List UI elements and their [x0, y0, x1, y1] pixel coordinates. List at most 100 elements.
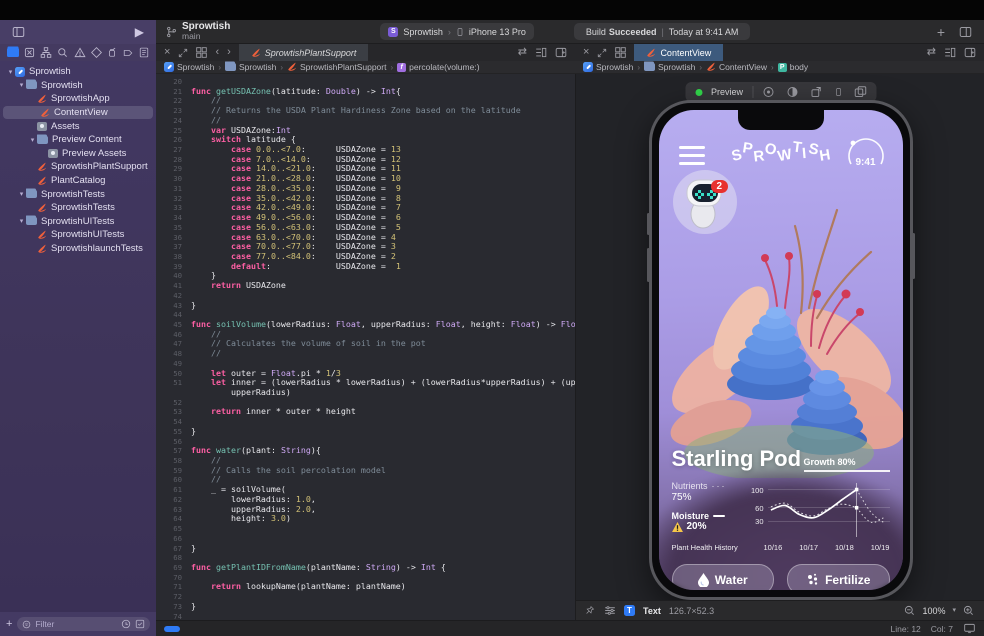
disclosure-icon[interactable]: ▾ — [17, 81, 26, 89]
code-line: 71 return lookupName(plantName: plantNam… — [156, 582, 575, 592]
fertilize-button[interactable]: Fertilize — [787, 564, 890, 590]
add-editor-icon[interactable] — [555, 47, 567, 58]
tree-item-contentview[interactable]: ContentView — [3, 106, 153, 120]
breadcrumb-item[interactable]: fpercolate(volume:) — [397, 62, 479, 72]
display-icon[interactable] — [963, 623, 976, 634]
tree-item-sprowtishuitests[interactable]: SprowtishUITests — [0, 228, 156, 242]
scheme-selector[interactable]: S Sprowtish › iPhone 13 Pro — [380, 23, 534, 40]
tree-item-sprowtishuitests[interactable]: ▾SprowtishUITests — [0, 215, 156, 229]
tab-contentview[interactable]: ContentView — [634, 44, 723, 61]
tree-item-sprowtishplantsupport[interactable]: SprowtishPlantSupport — [0, 160, 156, 174]
navigator-tab-reports-icon[interactable] — [139, 47, 149, 58]
project-indicator[interactable]: Sprowtish main — [166, 22, 230, 41]
tree-item-preview content[interactable]: ▾ Preview Content — [0, 133, 156, 147]
tree-item-plantcatalog[interactable]: PlantCatalog — [0, 174, 156, 188]
activity-status[interactable]: Build Succeeded | Today at 9:41 AM — [574, 23, 750, 40]
expand-editor-icon[interactable] — [178, 48, 188, 58]
code-line: 53 return inner * outer * height — [156, 407, 575, 417]
recent-files-icon[interactable] — [121, 619, 131, 629]
tree-item-sprowtish[interactable]: ▾Sprowtish — [0, 65, 156, 79]
disclosure-icon[interactable]: ▾ — [17, 190, 26, 198]
preview-bottom-bar: T Text 126.7×52.3 100% ▾ — [575, 600, 984, 620]
zoom-level[interactable]: 100% — [922, 606, 945, 616]
legend-dotted-icon: ··· — [712, 481, 727, 491]
tree-item-sprowtishapp[interactable]: SprowtishApp — [0, 92, 156, 106]
preview-variants-icon[interactable] — [762, 86, 774, 98]
tree-item-assets[interactable]: Assets — [0, 119, 156, 133]
assistant-avatar[interactable] — [673, 170, 737, 234]
navigator-tab-project-icon[interactable] — [7, 48, 19, 57]
code-review-icon[interactable]: ⇄ — [927, 47, 936, 58]
close-editor-icon[interactable]: × — [164, 47, 170, 58]
menu-icon[interactable] — [679, 146, 705, 165]
destination-chooser-icon[interactable] — [615, 47, 626, 58]
horizontal-scrollbar[interactable] — [164, 626, 180, 632]
preview-clone-icon[interactable] — [854, 86, 866, 98]
zoom-out-button[interactable] — [904, 605, 915, 616]
left-jump-bar[interactable]: Sprowtish›Sprowtish›SprowtishPlantSuppor… — [156, 61, 575, 74]
code-review-icon[interactable]: ⇄ — [518, 47, 527, 58]
fertilizer-icon — [806, 573, 819, 586]
tree-item-sprowtishtests[interactable]: ▾SprowtishTests — [0, 187, 156, 201]
navigator-tab-source-control-icon[interactable] — [24, 47, 35, 58]
scheme-device-label: iPhone 13 Pro — [469, 27, 526, 37]
back-icon[interactable]: ‹ — [215, 47, 219, 58]
scm-filter-icon[interactable] — [135, 619, 145, 629]
filter-field[interactable]: Filter — [17, 617, 150, 631]
add-editor-icon[interactable] — [964, 47, 976, 58]
main-toolbar: Sprowtish main S Sprowtish › iPhone 13 P… — [156, 20, 984, 44]
navigator-tab-breakpoints-icon[interactable] — [122, 48, 134, 58]
tree-item-preview assets[interactable]: Preview Assets — [0, 147, 156, 161]
breadcrumb-item[interactable]: ContentView — [706, 62, 767, 72]
navigator-tab-debug-icon[interactable] — [107, 47, 117, 58]
project-navigator[interactable]: ▾Sprowtish▾SprowtishSprowtishAppContentV… — [0, 61, 156, 616]
breadcrumb-item[interactable]: Sprowtish — [583, 62, 633, 72]
editor-layout-button[interactable] — [959, 26, 972, 38]
library-plus-button[interactable]: + — [937, 25, 945, 39]
editor-options-icon[interactable] — [535, 47, 547, 58]
tree-item-sprowtishlaunchtests[interactable]: SprowtishlaunchTests — [0, 242, 156, 256]
zoom-in-button[interactable] — [963, 605, 974, 616]
tree-item-label: SprowtishTests — [51, 202, 115, 213]
disclosure-icon[interactable]: ▾ — [17, 217, 26, 225]
navigator-tab-tests-icon[interactable] — [91, 47, 102, 58]
navigator-tab-hierarchy-icon[interactable] — [40, 47, 52, 58]
tree-item-label: Preview Content — [52, 134, 122, 145]
x-tick-label: 10/18 — [835, 543, 854, 552]
tree-item-label: Assets — [51, 121, 80, 132]
tree-item-sprowtish[interactable]: ▾Sprowtish — [0, 79, 156, 93]
breadcrumb-item[interactable]: SprowtishPlantSupport — [287, 62, 386, 72]
branch-icon — [166, 26, 177, 38]
breadcrumb-item[interactable]: Sprowtish — [164, 62, 214, 72]
tab-sprowtishplantsupport[interactable]: SprowtishPlantSupport — [239, 44, 369, 61]
destination-chooser-icon[interactable] — [196, 47, 207, 58]
editor-options-icon[interactable] — [944, 47, 956, 58]
run-button[interactable]: ▶ — [135, 26, 144, 38]
water-button[interactable]: Water — [672, 564, 775, 590]
selectable-icon[interactable] — [586, 605, 596, 617]
breadcrumb-item[interactable]: Pbody — [778, 62, 808, 72]
disclosure-icon[interactable]: ▾ — [28, 136, 37, 144]
disclosure-icon[interactable]: ▾ — [6, 68, 15, 76]
source-editor[interactable]: 2021func getUSDAZone(latitude: Double) -… — [156, 74, 575, 623]
navigator-tab-issues-icon[interactable] — [74, 47, 86, 58]
notification-badge[interactable]: 2 — [711, 180, 729, 193]
preview-device-icon[interactable] — [834, 86, 842, 98]
expand-editor-icon[interactable] — [597, 48, 607, 58]
adjust-icon[interactable] — [604, 605, 616, 616]
preview-appearance-icon[interactable] — [786, 86, 798, 98]
right-editor-tab-bar: × ContentView ⇄ — [575, 44, 984, 62]
preview-rotate-icon[interactable] — [810, 86, 822, 98]
status-time: Today at 9:41 AM — [669, 27, 739, 37]
add-file-button[interactable]: + — [6, 619, 12, 630]
breadcrumb-item[interactable]: Sprowtish — [225, 62, 276, 72]
right-jump-bar[interactable]: Sprowtish›Sprowtish›ContentView›Pbody — [575, 61, 984, 74]
forward-icon[interactable]: › — [227, 47, 231, 58]
navigator-tab-search-icon[interactable] — [57, 47, 68, 58]
toggle-navigator-icon[interactable] — [12, 26, 25, 38]
iphone-mockup: 9:41 SPROWTISH 2 — [649, 100, 913, 600]
tree-item-sprowtishtests[interactable]: SprowtishTests — [0, 201, 156, 215]
close-editor-icon[interactable]: × — [583, 47, 589, 58]
breadcrumb-item[interactable]: Sprowtish — [644, 62, 695, 72]
folder-icon — [26, 190, 37, 198]
